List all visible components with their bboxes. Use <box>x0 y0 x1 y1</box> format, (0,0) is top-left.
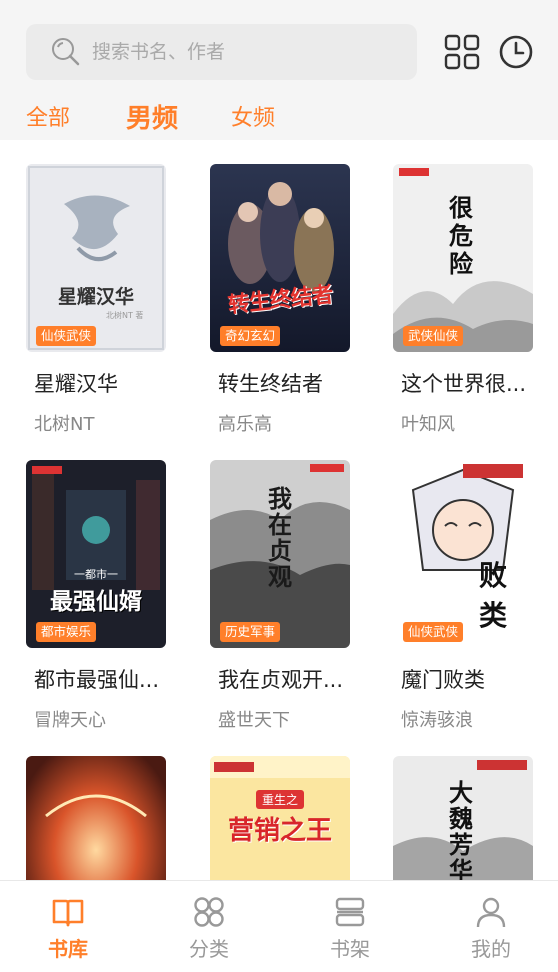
nav-label: 书库 <box>48 937 88 961</box>
book-card[interactable]: 败类 仙侠武侠 魔门败类 惊涛骇浪 <box>393 460 533 731</box>
bookshelf-icon <box>335 897 365 927</box>
search-placeholder: 搜索书名、作者 <box>92 41 226 63</box>
book-card[interactable]: 我在贞观 历史军事 我在贞观开... 盛世天下 <box>210 460 350 731</box>
nav-label: 书架 <box>330 937 370 961</box>
book-card[interactable]: 大魏芳华 <box>393 756 533 880</box>
cover-title: 星耀汉华 <box>57 286 134 308</box>
genre-badge: 奇幻玄幻 <box>220 326 281 346</box>
nav-label: 我的 <box>471 937 511 961</box>
book-card[interactable]: 一都市一 最强仙婿 都市娱乐 都市最强仙... 冒牌天心 <box>26 460 166 731</box>
book-cover[interactable]: 重生之 营销之王 <box>210 756 350 880</box>
cover-author: 北树NT 著 <box>106 311 144 320</box>
genre-badge: 武侠仙侠 <box>403 326 464 346</box>
book-title[interactable]: 这个世界很... <box>401 368 541 398</box>
book-title[interactable]: 我在贞观开... <box>218 664 358 694</box>
book-cover[interactable]: 败类 仙侠武侠 <box>393 460 533 648</box>
book-open-icon <box>52 899 84 927</box>
history-clock-icon[interactable] <box>498 34 534 70</box>
book-grid: 星耀汉华 北树NT 著 仙侠武侠 星耀汉华 北树NT 转生终结者 奇幻玄幻 转生… <box>0 140 558 880</box>
book-cover[interactable]: 很危险 武侠仙侠 <box>393 164 533 352</box>
cover-title: 我在贞观 <box>268 485 292 591</box>
cover-art <box>26 460 166 648</box>
genre-badge: 历史军事 <box>220 622 281 642</box>
tab-male[interactable]: 男频 <box>126 100 178 140</box>
book-cover[interactable]: 星耀汉华 北树NT 著 仙侠武侠 <box>26 164 166 352</box>
cover-title: 最强仙婿 <box>50 589 142 615</box>
book-cover[interactable]: 一都市一 最强仙婿 都市娱乐 <box>26 460 166 648</box>
user-icon <box>476 897 506 928</box>
book-author: 惊涛骇浪 <box>401 710 473 731</box>
cover-subtitle: 重生之 <box>256 790 305 809</box>
cover-title: 营销之王 <box>227 816 332 846</box>
genre-badge: 都市娱乐 <box>36 622 97 642</box>
book-cover[interactable]: 我在贞观 历史军事 <box>210 460 350 648</box>
book-title[interactable]: 转生终结者 <box>218 368 358 398</box>
book-card[interactable]: 重生之 营销之王 <box>210 756 350 880</box>
book-author: 北树NT <box>34 414 95 435</box>
nav-category[interactable]: 分类 <box>159 881 259 972</box>
cover-art <box>26 164 166 352</box>
book-author: 冒牌天心 <box>34 710 106 731</box>
tab-all[interactable]: 全部 <box>26 100 70 140</box>
cover-title: 败类 <box>479 559 508 632</box>
book-author: 叶知风 <box>401 414 455 435</box>
book-card[interactable]: 转生终结者 奇幻玄幻 转生终结者 高乐高 <box>210 164 350 435</box>
category-icon <box>194 897 224 927</box>
grid-apps-icon[interactable] <box>444 34 480 70</box>
cover-art <box>26 756 166 880</box>
category-tabs: 全部 男频 女频 <box>0 100 558 140</box>
book-card[interactable]: 星耀汉华 北树NT 著 仙侠武侠 星耀汉华 北树NT <box>26 164 166 435</box>
book-card[interactable] <box>26 756 166 880</box>
book-cover[interactable]: 转生终结者 奇幻玄幻 <box>210 164 350 352</box>
book-card[interactable]: 很危险 武侠仙侠 这个世界很... 叶知风 <box>393 164 533 435</box>
bottom-nav: 书库 分类 书架 我的 <box>0 880 558 972</box>
cover-title: 很危险 <box>449 194 473 278</box>
nav-library[interactable]: 书库 <box>18 881 118 972</box>
search-bar[interactable]: 搜索书名、作者 <box>26 24 417 80</box>
cover-subtitle: 一都市一 <box>74 568 118 581</box>
nav-bookshelf[interactable]: 书架 <box>300 881 400 972</box>
tab-female[interactable]: 女频 <box>231 100 275 140</box>
search-icon <box>52 38 80 66</box>
nav-profile[interactable]: 我的 <box>441 881 541 972</box>
book-title[interactable]: 都市最强仙... <box>34 664 174 694</box>
genre-badge: 仙侠武侠 <box>36 326 97 346</box>
book-title[interactable]: 魔门败类 <box>401 664 541 694</box>
book-author: 盛世天下 <box>218 710 290 731</box>
book-author: 高乐高 <box>218 414 272 435</box>
genre-badge: 仙侠武侠 <box>403 622 464 642</box>
cover-art <box>210 164 350 352</box>
book-cover[interactable] <box>26 756 166 880</box>
book-title[interactable]: 星耀汉华 <box>34 368 174 398</box>
book-cover[interactable]: 大魏芳华 <box>393 756 533 880</box>
cover-title: 大魏芳华 <box>449 779 473 880</box>
nav-label: 分类 <box>189 937 229 961</box>
top-header: 搜索书名、作者 全部 男频 女频 <box>0 0 558 140</box>
